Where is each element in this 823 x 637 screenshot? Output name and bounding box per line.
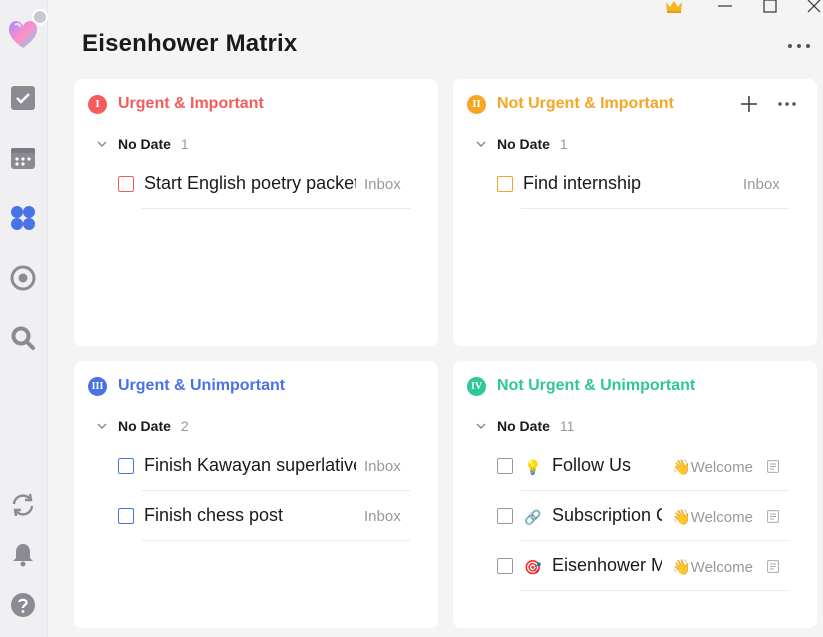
task-title[interactable]: Follow Us [552, 455, 662, 476]
task-list-name: 👋Welcome [672, 459, 753, 476]
task-checkbox[interactable] [118, 176, 134, 192]
group-count: 1 [180, 136, 189, 152]
group-count: 1 [559, 136, 568, 152]
minimize-button[interactable] [716, 0, 734, 14]
group-header-no-date[interactable]: No Date 1 [96, 135, 189, 153]
link-icon: 🔗 [524, 508, 542, 525]
quadrant-urgent-important: I Urgent & Important No Date 1 Start Eng… [74, 79, 438, 346]
target-icon [10, 265, 36, 291]
task-row[interactable]: 💡 Follow Us 👋Welcome [453, 441, 817, 491]
task-title[interactable]: Finish chess post [144, 505, 356, 526]
task-row[interactable]: 🎯 Eisenhower Matrix 👋Welcome [453, 541, 817, 591]
task-checkbox[interactable] [118, 458, 134, 474]
task-title[interactable]: Start English poetry packet [144, 173, 356, 194]
chevron-down-icon [476, 423, 486, 429]
lightbulb-icon: 💡 [524, 458, 542, 475]
note-icon [767, 510, 779, 523]
more-options-button[interactable] [786, 39, 812, 53]
task-checkbox[interactable] [497, 508, 513, 524]
task-list-name: Inbox [743, 176, 780, 193]
quadrant-not-urgent-unimportant: IV Not Urgent & Unimportant No Date 11 💡… [453, 361, 817, 628]
task-row[interactable]: Start English poetry packet Inbox [74, 159, 438, 209]
quadrant-title[interactable]: Not Urgent & Important [497, 95, 674, 113]
sidebar-item-calendar[interactable] [9, 144, 37, 172]
checkbox-icon [11, 86, 35, 110]
quadrant-title[interactable]: Not Urgent & Unimportant [497, 377, 695, 395]
chevron-down-icon [97, 423, 107, 429]
more-horizontal-icon[interactable] [777, 101, 797, 107]
sidebar-item-tasks[interactable] [9, 84, 37, 112]
premium-crown-icon[interactable] [664, 0, 684, 14]
quadrant-not-urgent-important: II Not Urgent & Important No Date 1 Find… [453, 79, 817, 346]
quadrant-title[interactable]: Urgent & Unimportant [118, 377, 285, 395]
group-title: No Date [497, 136, 550, 152]
task-title[interactable]: Find internship [523, 173, 735, 194]
search-icon [11, 326, 35, 350]
sidebar-item-help[interactable] [9, 591, 37, 619]
group-count: 2 [180, 418, 189, 434]
quadrant-title[interactable]: Urgent & Important [118, 95, 264, 113]
task-row[interactable]: Finish Kawayan superlatives Inbox [74, 441, 438, 491]
quadrant-badge: II [467, 94, 486, 114]
task-checkbox[interactable] [497, 558, 513, 574]
task-title[interactable]: Eisenhower Matrix [552, 555, 662, 576]
close-button[interactable] [805, 0, 823, 14]
group-count: 11 [559, 418, 575, 434]
divider [521, 590, 789, 591]
group-title: No Date [118, 136, 171, 152]
sync-icon [12, 493, 34, 517]
group-title: No Date [497, 418, 550, 434]
note-icon [767, 560, 779, 573]
quadrant-badge: III [88, 376, 107, 396]
sidebar-item-sync[interactable] [9, 491, 37, 519]
task-list-name: 👋Welcome [672, 509, 753, 526]
quadrant-badge: I [88, 94, 107, 114]
divider [142, 208, 410, 209]
help-icon [11, 593, 35, 617]
divider [142, 540, 410, 541]
task-title[interactable]: Finish Kawayan superlatives [144, 455, 356, 476]
task-list-name: Inbox [364, 458, 401, 475]
task-row[interactable]: 🔗 Subscription Calendar 👋Welcome [453, 491, 817, 541]
quadrant-badge: IV [467, 376, 486, 396]
task-checkbox[interactable] [497, 458, 513, 474]
add-task-icon[interactable] [739, 94, 759, 114]
group-header-no-date[interactable]: No Date 1 [475, 135, 568, 153]
page-title: Eisenhower Matrix [82, 30, 298, 57]
avatar[interactable] [3, 9, 48, 55]
four-squares-icon [11, 206, 35, 230]
task-checkbox[interactable] [497, 176, 513, 192]
sidebar-item-search[interactable] [9, 324, 37, 352]
chevron-down-icon [476, 141, 486, 147]
note-icon [767, 460, 779, 473]
divider [521, 208, 789, 209]
sidebar-item-focus[interactable] [9, 264, 37, 292]
task-row[interactable]: Finish chess post Inbox [74, 491, 438, 541]
heart-avatar-icon [8, 20, 38, 48]
task-row[interactable]: Find internship Inbox [453, 159, 817, 209]
sidebar-item-notifications[interactable] [9, 540, 37, 568]
task-list-name: Inbox [364, 508, 401, 525]
quadrant-urgent-unimportant: III Urgent & Unimportant No Date 2 Finis… [74, 361, 438, 628]
group-header-no-date[interactable]: No Date 2 [96, 417, 189, 435]
bell-icon [13, 544, 33, 567]
sidebar-item-matrix[interactable] [9, 204, 37, 232]
task-checkbox[interactable] [118, 508, 134, 524]
more-horizontal-icon [788, 44, 810, 48]
target-dart-icon: 🎯 [524, 558, 542, 575]
task-list-name: 👋Welcome [672, 559, 753, 576]
task-list-name: Inbox [364, 176, 401, 193]
calendar-icon [11, 148, 35, 169]
maximize-button[interactable] [761, 0, 779, 14]
group-header-no-date[interactable]: No Date 11 [475, 417, 574, 435]
sidebar [0, 0, 48, 637]
chevron-down-icon [97, 141, 107, 147]
group-title: No Date [118, 418, 171, 434]
task-title[interactable]: Subscription Calendar [552, 505, 662, 526]
